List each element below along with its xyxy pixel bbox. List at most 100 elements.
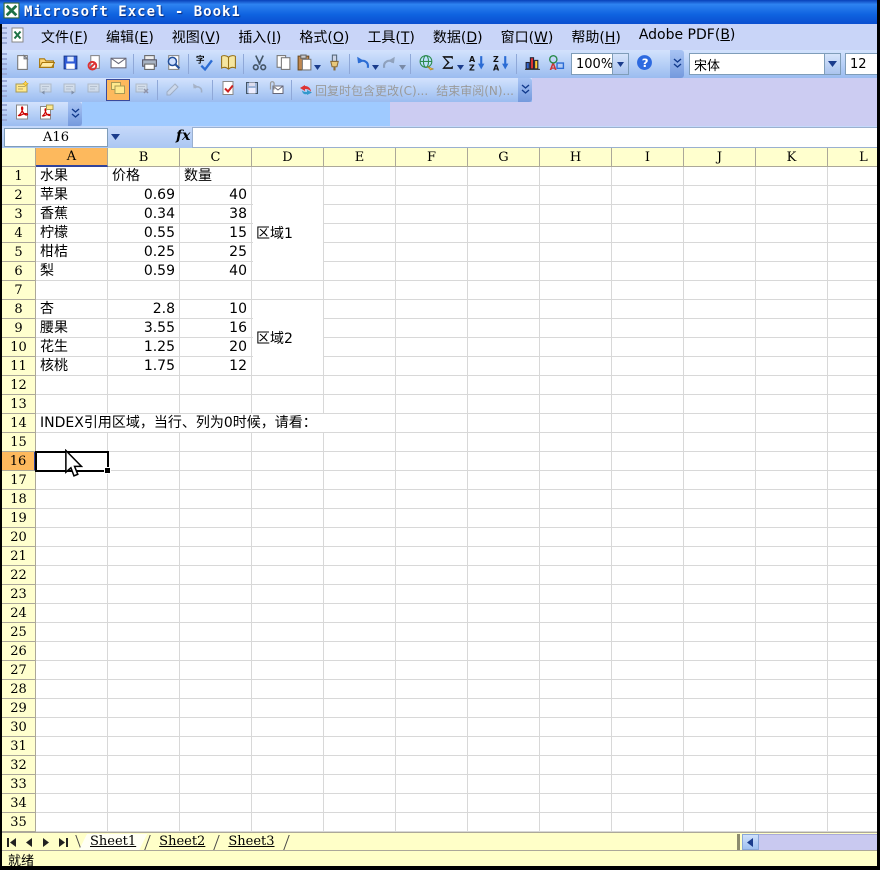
pdf-toolbar-grip[interactable]: [2, 104, 7, 123]
redo-button[interactable]: [380, 52, 407, 76]
print-button[interactable]: [137, 52, 161, 76]
cell-C4[interactable]: 15: [181, 224, 252, 242]
zoom-combobox[interactable]: 100%: [571, 53, 629, 75]
menu-item-insert[interactable]: 插入(I): [229, 24, 290, 50]
open-folder-button[interactable]: [34, 52, 58, 76]
cell-B8[interactable]: 2.8: [109, 300, 180, 318]
fill-handle[interactable]: [104, 467, 111, 474]
row-header-24[interactable]: 24: [2, 604, 36, 623]
cell-A4[interactable]: 柠檬: [37, 224, 108, 242]
menu-item-file[interactable]: 文件(F): [32, 24, 97, 50]
row-header-31[interactable]: 31: [2, 737, 36, 756]
row-header-19[interactable]: 19: [2, 509, 36, 528]
dropdown-arrow-icon[interactable]: [399, 55, 406, 74]
row-header-29[interactable]: 29: [2, 699, 36, 718]
row-header-11[interactable]: 11: [2, 357, 36, 376]
cell-C1[interactable]: 数量: [181, 167, 252, 185]
save-button[interactable]: [58, 52, 82, 76]
previous-comment-button[interactable]: [34, 79, 58, 101]
standard-toolbar-grip[interactable]: [2, 53, 7, 75]
row-header-7[interactable]: 7: [2, 281, 36, 300]
cell-B4[interactable]: 0.55: [109, 224, 180, 242]
column-header-C[interactable]: C: [180, 148, 252, 167]
toolbar-options-icon[interactable]: [670, 50, 684, 78]
update-file-button[interactable]: [216, 79, 240, 101]
print-preview-button[interactable]: [161, 52, 185, 76]
row-header-27[interactable]: 27: [2, 661, 36, 680]
font-size-combobox[interactable]: 12: [845, 53, 880, 75]
sheet-tab-sheet1[interactable]: Sheet1: [79, 834, 147, 850]
insert-function-button[interactable]: fx: [176, 128, 190, 144]
zoom-dropdown-icon[interactable]: [612, 54, 628, 74]
merged-cell-D2-D6[interactable]: 区域1: [253, 186, 323, 280]
cell-B9[interactable]: 3.55: [109, 319, 180, 337]
cell-C9[interactable]: 16: [181, 319, 252, 337]
cell-A3[interactable]: 香蕉: [37, 205, 108, 223]
font-name-dropdown-icon[interactable]: [824, 54, 840, 74]
scroll-left-button[interactable]: [742, 834, 759, 850]
cell-B5[interactable]: 0.25: [109, 243, 180, 261]
sheet-tab-sheet2[interactable]: Sheet2: [148, 834, 216, 850]
column-header-K[interactable]: K: [756, 148, 828, 167]
row-header-10[interactable]: 10: [2, 338, 36, 357]
research-button[interactable]: [216, 52, 240, 76]
cell-A5[interactable]: 柑桔: [37, 243, 108, 261]
hide-ink-button[interactable]: [161, 79, 185, 101]
menu-item-edit[interactable]: 编辑(E): [97, 24, 163, 50]
row-header-9[interactable]: 9: [2, 319, 36, 338]
cell-A8[interactable]: 杏: [37, 300, 108, 318]
spelling-button[interactable]: 字: [192, 52, 216, 76]
column-header-G[interactable]: G: [468, 148, 540, 167]
cell-A9[interactable]: 腰果: [37, 319, 108, 337]
row-header-21[interactable]: 21: [2, 547, 36, 566]
row-header-34[interactable]: 34: [2, 794, 36, 813]
cell-B3[interactable]: 0.34: [109, 205, 180, 223]
cell-C2[interactable]: 40: [181, 186, 252, 204]
cell-B10[interactable]: 1.25: [109, 338, 180, 356]
menu-item-help[interactable]: 帮助(H): [562, 24, 629, 50]
cell-C3[interactable]: 38: [181, 205, 252, 223]
row-header-20[interactable]: 20: [2, 528, 36, 547]
create-version-button[interactable]: [240, 79, 264, 101]
cell-B2[interactable]: 0.69: [109, 186, 180, 204]
row-header-13[interactable]: 13: [2, 395, 36, 414]
new-document-button[interactable]: [10, 52, 34, 76]
row-header-5[interactable]: 5: [2, 243, 36, 262]
drawing-button[interactable]: A: [544, 52, 568, 76]
row-header-15[interactable]: 15: [2, 433, 36, 452]
reviewing-toolbar-grip[interactable]: [2, 80, 7, 99]
row-header-33[interactable]: 33: [2, 775, 36, 794]
delete-ink-button[interactable]: [185, 79, 209, 101]
help-button[interactable]: ?: [632, 52, 656, 76]
previous-sheet-button[interactable]: [21, 835, 36, 850]
sheet-tab-sheet3[interactable]: Sheet3: [217, 834, 285, 850]
column-header-J[interactable]: J: [684, 148, 756, 167]
horizontal-scrollbar[interactable]: [759, 834, 877, 851]
toolbar-options-icon[interactable]: [518, 78, 532, 102]
menu-item-format[interactable]: 格式(O): [290, 24, 358, 50]
column-header-I[interactable]: I: [612, 148, 684, 167]
sort-ascending-button[interactable]: AZ: [465, 52, 489, 76]
row-header-8[interactable]: 8: [2, 300, 36, 319]
name-box-dropdown-icon[interactable]: [108, 129, 123, 145]
email-button[interactable]: [106, 52, 130, 76]
cell-C11[interactable]: 12: [181, 357, 252, 375]
merged-cell-D8-D11[interactable]: 区域2: [253, 300, 323, 375]
cell-C6[interactable]: 40: [181, 262, 252, 280]
copy-button[interactable]: [271, 52, 295, 76]
select-all-corner[interactable]: [2, 148, 36, 167]
column-header-L[interactable]: L: [828, 148, 880, 167]
cell-A6[interactable]: 梨: [37, 262, 108, 280]
row-header-6[interactable]: 6: [2, 262, 36, 281]
menu-item-adobe-pdf[interactable]: Adobe PDF(B): [630, 24, 745, 50]
last-sheet-button[interactable]: [55, 835, 70, 850]
new-comment-button[interactable]: [10, 79, 34, 101]
next-comment-button[interactable]: [58, 79, 82, 101]
row-header-17[interactable]: 17: [2, 471, 36, 490]
format-painter-button[interactable]: [322, 52, 346, 76]
row-header-16[interactable]: 16: [2, 452, 36, 471]
next-sheet-button[interactable]: [38, 835, 53, 850]
cell-A11[interactable]: 核桃: [37, 357, 108, 375]
end-review-button[interactable]: 结束审阅(N)...: [436, 82, 514, 99]
convert-to-pdf-and-comment-button[interactable]: [34, 103, 58, 125]
